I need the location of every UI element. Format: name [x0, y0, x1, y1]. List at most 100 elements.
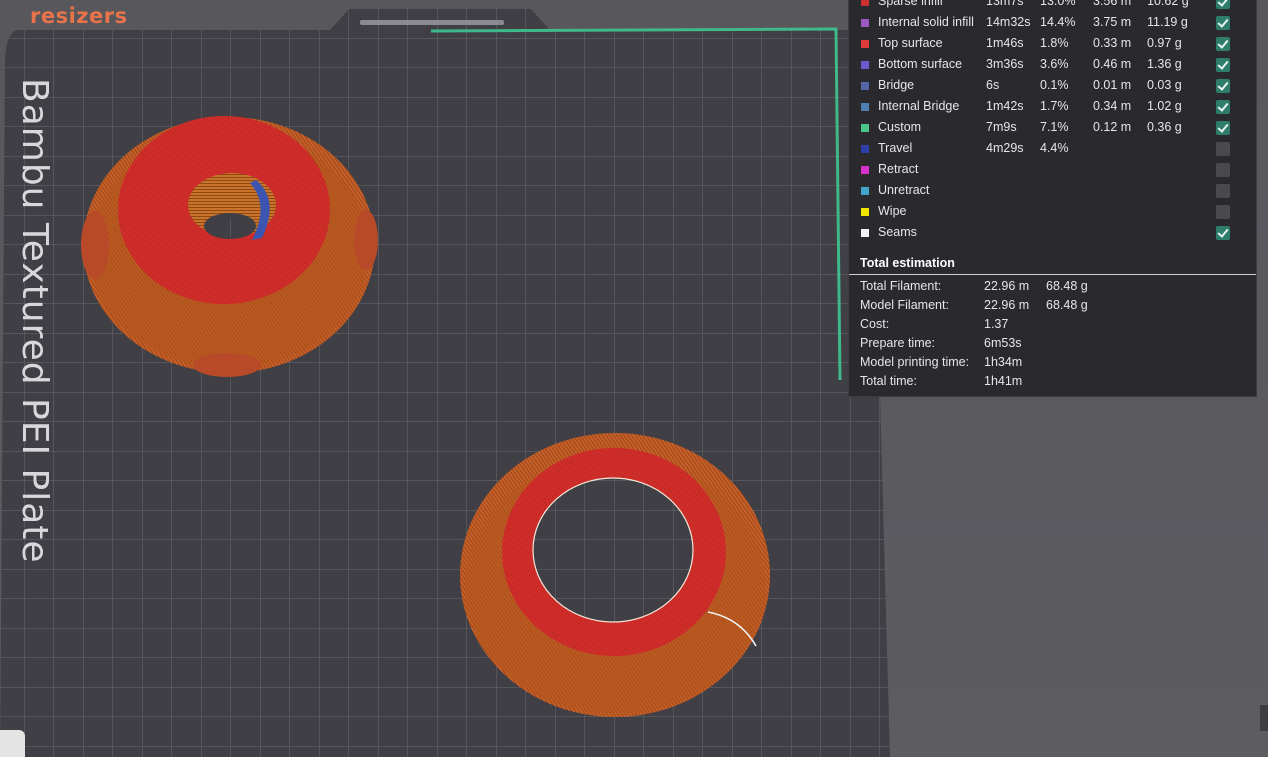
feature-weight: 0.03 g [1147, 78, 1182, 92]
estimation-value: 1.37 [984, 317, 1009, 331]
total-estimation-title: Total estimation [860, 256, 955, 270]
estimation-label: Model Filament: [860, 298, 949, 312]
feature-name: Seams [878, 225, 917, 239]
visibility-checkbox[interactable] [1216, 16, 1230, 30]
plate-brand-label: resizers [30, 4, 128, 28]
3d-preview-viewport[interactable]: resizers Bambu Textured PEI Plate Sparse… [0, 0, 1268, 757]
legend-row[interactable]: Sparse infill 13m7s 13.0% 3.56 m 10.62 g [849, 0, 1256, 14]
color-swatch [861, 187, 869, 195]
legend-row[interactable]: Bottom surface 3m36s 3.6% 0.46 m 1.36 g [849, 56, 1256, 77]
feature-name: Retract [878, 162, 919, 176]
section-divider [849, 274, 1256, 275]
model-part-ring[interactable] [460, 433, 770, 717]
feature-weight: 1.02 g [1147, 99, 1182, 113]
visibility-checkbox[interactable] [1216, 37, 1230, 51]
collapse-handle[interactable] [0, 730, 25, 757]
feature-name: Custom [878, 120, 922, 134]
feature-name: Top surface [878, 36, 943, 50]
legend-row[interactable]: Retract [849, 161, 1256, 182]
feature-name: Internal Bridge [878, 99, 960, 113]
estimation-label: Model printing time: [860, 355, 970, 369]
visibility-checkbox[interactable] [1216, 100, 1230, 114]
visibility-checkbox[interactable] [1216, 184, 1230, 198]
feature-time: 3m36s [986, 57, 1024, 71]
feature-time: 6s [986, 78, 1000, 92]
color-swatch [861, 208, 869, 216]
visibility-checkbox[interactable] [1216, 163, 1230, 177]
visibility-checkbox[interactable] [1216, 79, 1230, 93]
estimation-row: Model Filament: 22.96 m 68.48 g [849, 298, 1256, 317]
feature-weight: 1.36 g [1147, 57, 1182, 71]
feature-length: 0.12 m [1093, 120, 1132, 134]
color-swatch [861, 19, 869, 27]
estimation-label: Cost: [860, 317, 890, 331]
legend-row[interactable]: Custom 7m9s 7.1% 0.12 m 0.36 g [849, 119, 1256, 140]
feature-name: Internal solid infill [878, 15, 974, 29]
feature-time: 1m42s [986, 99, 1024, 113]
legend-row[interactable]: Wipe [849, 203, 1256, 224]
legend-row[interactable]: Bridge 6s 0.1% 0.01 m 0.03 g [849, 77, 1256, 98]
legend-row[interactable]: Unretract [849, 182, 1256, 203]
estimation-row: Cost: 1.37 [849, 317, 1256, 336]
color-swatch [861, 40, 869, 48]
feature-weight: 10.62 g [1147, 0, 1189, 8]
feature-percent: 1.7% [1040, 99, 1069, 113]
feature-length: 0.01 m [1093, 78, 1132, 92]
feature-percent: 0.1% [1040, 78, 1069, 92]
estimation-value-secondary: 68.48 g [1046, 279, 1088, 293]
gcode-legend-panel: Sparse infill 13m7s 13.0% 3.56 m 10.62 g Inte… [848, 0, 1257, 397]
feature-weight: 0.97 g [1147, 36, 1182, 50]
estimation-value: 22.96 m [984, 279, 1030, 293]
feature-length: 0.46 m [1093, 57, 1132, 71]
feature-length: 0.34 m [1093, 99, 1132, 113]
estimation-value: 1h34m [984, 355, 1023, 369]
feature-percent: 1.8% [1040, 36, 1069, 50]
estimation-value-secondary: 68.48 g [1046, 298, 1088, 312]
estimation-value: 6m53s [984, 336, 1022, 350]
feature-name: Sparse infill [878, 0, 943, 8]
feature-percent: 14.4% [1040, 15, 1076, 29]
legend-row[interactable]: Internal Bridge 1m42s 1.7% 0.34 m 1.02 g [849, 98, 1256, 119]
feature-length: 0.33 m [1093, 36, 1132, 50]
feature-percent: 3.6% [1040, 57, 1069, 71]
estimation-label: Total Filament: [860, 279, 942, 293]
visibility-checkbox[interactable] [1216, 58, 1230, 72]
visibility-checkbox[interactable] [1216, 142, 1230, 156]
legend-row[interactable]: Seams [849, 224, 1256, 245]
feature-time: 14m32s [986, 15, 1031, 29]
scroll-handle[interactable] [1260, 705, 1268, 731]
estimation-row: Total time: 1h41m [849, 374, 1256, 393]
feature-percent: 4.4% [1040, 141, 1069, 155]
feature-name: Unretract [878, 183, 930, 197]
visibility-checkbox[interactable] [1216, 0, 1230, 9]
estimation-value: 22.96 m [984, 298, 1030, 312]
feature-name: Bridge [878, 78, 915, 92]
estimation-label: Prepare time: [860, 336, 936, 350]
feature-time: 4m29s [986, 141, 1024, 155]
feature-weight: 0.36 g [1147, 120, 1182, 134]
plate-name-label: Bambu Textured PEI Plate [14, 78, 55, 564]
legend-row[interactable]: Top surface 1m46s 1.8% 0.33 m 0.97 g [849, 35, 1256, 56]
visibility-checkbox[interactable] [1216, 226, 1230, 240]
plate-grid [0, 8, 890, 757]
legend-row[interactable]: Travel 4m29s 4.4% [849, 140, 1256, 161]
estimation-row: Model printing time: 1h34m [849, 355, 1256, 374]
estimation-row: Total Filament: 22.96 m 68.48 g [849, 279, 1256, 298]
color-swatch [861, 103, 869, 111]
estimation-label: Total time: [860, 374, 917, 388]
legend-row[interactable]: Internal solid infill 14m32s 14.4% 3.75 m 11… [849, 14, 1256, 35]
estimation-row: Prepare time: 6m53s [849, 336, 1256, 355]
feature-length: 3.75 m [1093, 15, 1132, 29]
feature-weight: 11.19 g [1147, 15, 1188, 29]
estimation-value: 1h41m [984, 374, 1023, 388]
plate-handle-slot [360, 20, 504, 25]
feature-percent: 13.0% [1040, 0, 1076, 8]
feature-name: Wipe [878, 204, 907, 218]
feature-percent: 7.1% [1040, 120, 1069, 134]
color-swatch [861, 145, 869, 153]
color-swatch [861, 166, 869, 174]
visibility-checkbox[interactable] [1216, 205, 1230, 219]
color-swatch [861, 61, 869, 69]
visibility-checkbox[interactable] [1216, 121, 1230, 135]
feature-time: 13m7s [986, 0, 1024, 8]
